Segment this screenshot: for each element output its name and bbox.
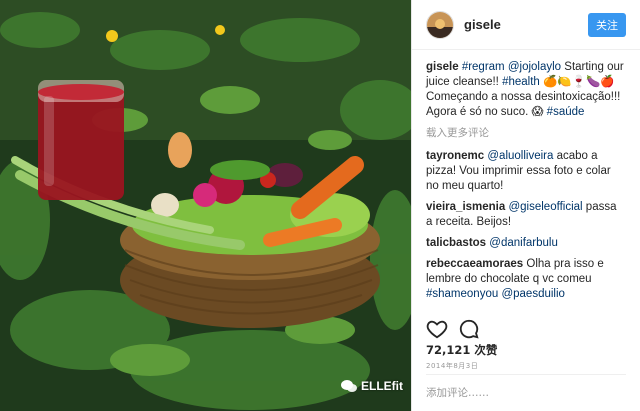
comment-username[interactable]: vieira_ismenia <box>426 201 505 213</box>
comment-item: talicbastos @danifarbulu <box>426 236 626 251</box>
load-more-comments-link[interactable]: 载入更多评论 <box>426 126 626 141</box>
instagram-post-view: ELLEfit gisele 关注 gisele #regram @jojola… <box>0 0 640 411</box>
add-comment-input[interactable]: 添加评论…… <box>426 385 489 400</box>
comment-username[interactable]: gisele <box>426 61 459 73</box>
watermark-text: ELLEfit <box>361 379 403 393</box>
action-bar <box>426 318 480 340</box>
wechat-icon <box>341 380 357 392</box>
mention-link[interactable]: @danifarbulu <box>489 237 558 249</box>
comment-items: tayronemc @aluolliveira acabo a pizza! V… <box>426 149 626 300</box>
heart-icon[interactable] <box>426 318 448 340</box>
watermark: ELLEfit <box>341 379 403 393</box>
comments-list: gisele #regram @jojolaylo Starting our j… <box>412 50 640 300</box>
comment-icon[interactable] <box>458 318 480 340</box>
comment-username[interactable]: rebeccaeamoraes <box>426 258 523 270</box>
hashtag-link[interactable]: #health <box>502 76 540 88</box>
caption: gisele #regram @jojolaylo Starting our j… <box>426 60 626 120</box>
post-header: gisele 关注 <box>412 0 640 50</box>
follow-button[interactable]: 关注 <box>588 12 626 37</box>
comment-username[interactable]: tayronemc <box>426 150 484 162</box>
avatar[interactable] <box>426 10 454 39</box>
post-date: 2014年8月3日 <box>426 362 479 370</box>
comment-item: rebeccaeamoraes Olha pra isso e lembre d… <box>426 257 626 300</box>
mention-link[interactable]: @giseleofficial <box>508 201 582 213</box>
avatar-image <box>427 11 453 38</box>
post-username[interactable]: gisele <box>464 17 588 32</box>
mention-link[interactable]: @jojolaylo <box>508 61 561 73</box>
post-sidebar: gisele 关注 gisele #regram @jojolaylo Star… <box>411 0 640 411</box>
mention-link[interactable]: @paesduilio <box>501 288 564 300</box>
divider <box>426 374 626 375</box>
hashtag-link[interactable]: #shameonyou <box>426 288 498 300</box>
likes-count[interactable]: 72,121 次赞 <box>426 342 497 358</box>
hashtag-link[interactable]: #saúde <box>547 106 585 118</box>
comment-item: tayronemc @aluolliveira acabo a pizza! V… <box>426 149 626 194</box>
hashtag-link[interactable]: #regram <box>462 61 505 73</box>
juice-vegetable-basket-image <box>0 0 411 411</box>
post-photo[interactable]: ELLEfit <box>0 0 411 411</box>
comment-item: vieira_ismenia @giseleofficial passa a r… <box>426 200 626 230</box>
mention-link[interactable]: @aluolliveira <box>487 150 553 162</box>
comment-username[interactable]: talicbastos <box>426 237 486 249</box>
